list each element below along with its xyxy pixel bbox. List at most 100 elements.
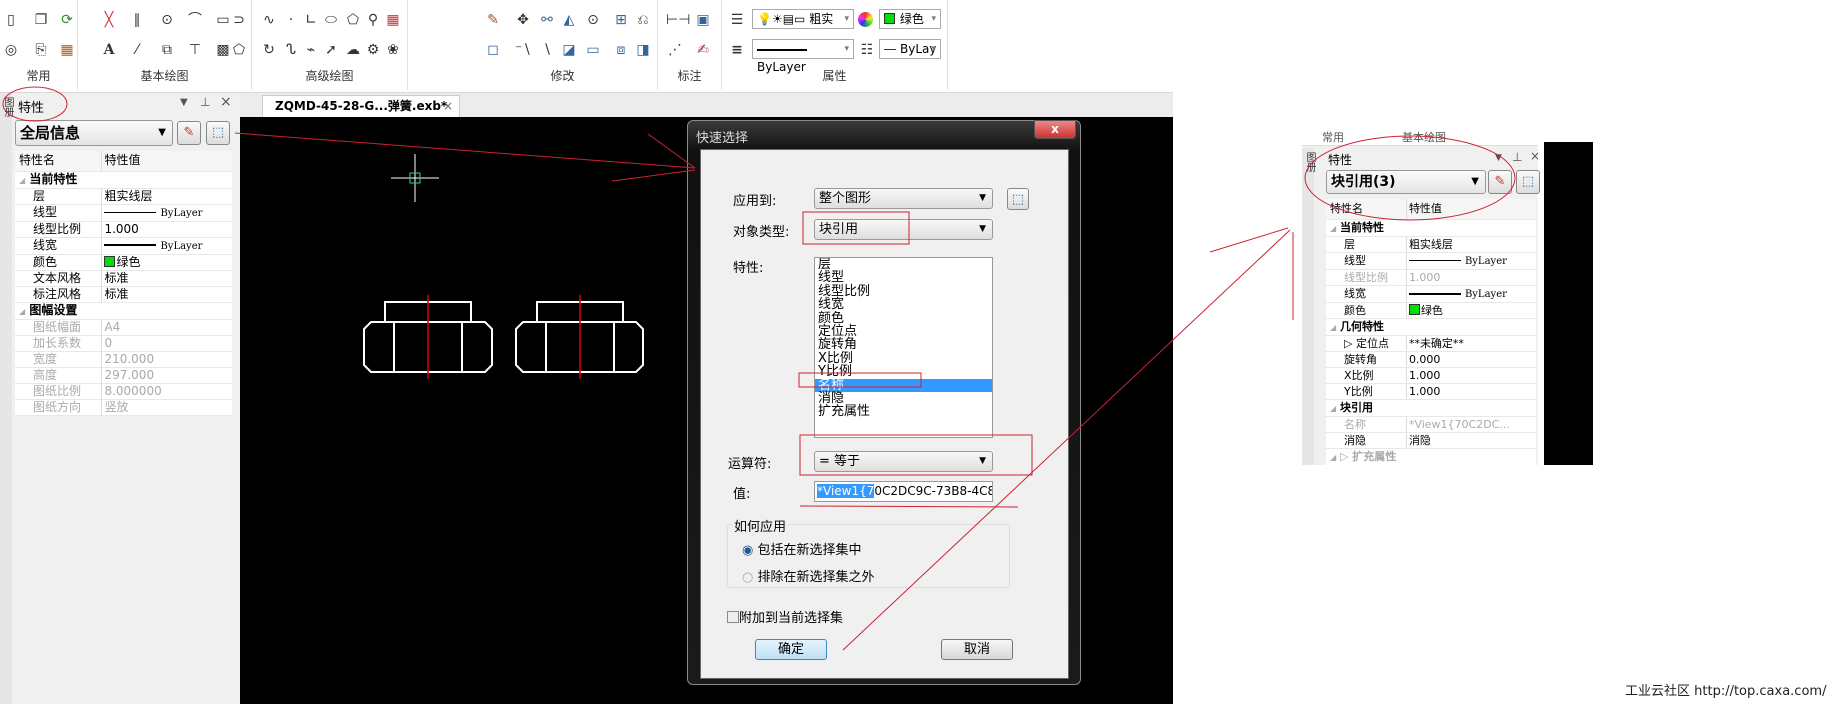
table-row[interactable]: Y比例 1.000 [1326, 383, 1536, 400]
table-row[interactable]: 层粗实线层 [15, 188, 232, 205]
selection-combo[interactable]: 块引用(3) ▼ [1326, 170, 1486, 194]
table-row[interactable]: 线宽 ByLayer [15, 237, 232, 255]
format-brush-icon[interactable]: ▦ [58, 42, 76, 58]
stretch-icon[interactable]: ⎌ [634, 12, 652, 28]
sketch-icon[interactable]: ❀ [384, 42, 402, 58]
collapse-icon[interactable]: ◢ [1330, 453, 1336, 462]
list-item[interactable]: X比例 [815, 352, 992, 365]
close-icon[interactable]: × [220, 94, 232, 110]
collapse-icon[interactable]: ◢ [1330, 323, 1336, 332]
extend-icon[interactable]: ⁻∖ [514, 42, 532, 58]
value-input[interactable]: *View1{70C2DC9C-73B8-4C81-B275 [814, 481, 993, 502]
linewidth-icon[interactable]: ≡ [728, 42, 746, 58]
property-value-cell[interactable]: 210.000 [101, 351, 232, 368]
move-icon[interactable]: ✥ [514, 12, 532, 28]
ellipse-icon[interactable]: ⬭ [322, 12, 340, 28]
ok-button[interactable]: 确定 [755, 639, 827, 660]
category-row[interactable]: ◢ 当前特性 [1326, 219, 1536, 237]
list-item[interactable]: Y比例 [815, 365, 992, 378]
centerline-icon[interactable]: ⁄ [128, 42, 146, 58]
color-combo[interactable]: 绿色 ▾ [879, 9, 941, 29]
table-row[interactable]: 加长系数 0 [15, 335, 232, 352]
property-value-cell[interactable]: ByLayer [101, 237, 232, 255]
property-value-cell[interactable]: 1.000 [101, 221, 232, 238]
property-value-cell[interactable]: 标准 [101, 270, 232, 287]
property-value-cell[interactable]: 1.000 [1406, 383, 1536, 400]
page-icon[interactable]: ▯ [2, 12, 20, 28]
dropdown-icon[interactable]: ▼ [1495, 153, 1502, 163]
table-row[interactable]: 旋转角 0.000 [1326, 351, 1536, 368]
paste-icon[interactable]: ⎘ [32, 42, 50, 58]
table-row[interactable]: 图纸比例 8.000000 [15, 383, 232, 400]
pin-icon[interactable]: ⊥ [200, 95, 210, 109]
color-wheel-icon[interactable] [858, 12, 873, 27]
operator-combo[interactable]: = 等于 ▼ [814, 451, 993, 472]
apply-to-combo[interactable]: 整个图形 ▼ [814, 188, 993, 209]
refresh-icon[interactable]: ⟳ [58, 12, 76, 28]
exclude-radio[interactable]: ○ 排除在新选择集之外 [742, 566, 875, 585]
collapse-icon[interactable]: ◢ [19, 307, 25, 316]
close-icon[interactable]: × [443, 96, 453, 116]
collapse-icon[interactable]: ◢ [1330, 224, 1336, 233]
property-value-cell[interactable]: A4 [101, 319, 232, 336]
table-row[interactable]: 宽度 210.000 [15, 351, 232, 368]
table-row[interactable]: 高度 297.000 [15, 367, 232, 384]
quick-select-button[interactable]: ⬚ [206, 121, 230, 145]
clear-selection-button[interactable]: ✎ [1488, 170, 1512, 194]
polyline-icon[interactable]: ⊃ [230, 12, 248, 28]
table-row[interactable]: 名称 *View1{70C2DC... [1326, 416, 1536, 433]
linewidth-combo[interactable]: ByLayer ▾ [752, 39, 854, 74]
list-item[interactable]: 颜色 [815, 311, 992, 325]
table-row[interactable]: 标注风格 标准 [15, 286, 232, 303]
property-value-cell[interactable]: 1.000 [1406, 367, 1536, 384]
text-edit-icon[interactable]: ✍ [694, 42, 712, 58]
table-row[interactable]: 层粗实线层 [1326, 236, 1536, 253]
close-button[interactable]: x [1034, 120, 1076, 139]
category-row[interactable]: ◢ 当前特性 [15, 171, 232, 189]
spline-icon[interactable]: ∿ [260, 12, 278, 28]
linear-dim-icon[interactable]: ⊢⊣ [666, 12, 690, 28]
property-value-cell[interactable]: 竖放 [101, 399, 232, 416]
line-icon[interactable]: ╳ [100, 12, 118, 28]
inquiry-icon[interactable]: ⚲ [364, 12, 382, 28]
scale-icon[interactable]: ◪ [560, 42, 578, 58]
list-item[interactable]: 线宽 [815, 298, 992, 311]
dim-style-icon[interactable]: ▣ [694, 12, 712, 28]
cancel-button[interactable]: 取消 [941, 639, 1013, 660]
array-icon[interactable]: ⊞ [612, 12, 630, 28]
table-row[interactable]: 颜色 绿色 [1326, 302, 1536, 319]
table-row[interactable]: X比例 1.000 [1326, 367, 1536, 384]
selection-combo[interactable]: 全局信息 ▼ [15, 120, 173, 146]
list-item[interactable]: 层 [815, 258, 992, 271]
circle-icon[interactable]: ⊙ [158, 12, 176, 28]
collapse-icon[interactable]: ◢ [1330, 404, 1336, 413]
property-value-cell[interactable]: *View1{70C2DC... [1406, 416, 1536, 433]
property-value-cell[interactable]: 绿色 [101, 254, 232, 271]
block-icon[interactable]: ⧉ [158, 42, 176, 58]
object-type-combo[interactable]: 块引用 ▼ [814, 219, 993, 240]
revolve-icon[interactable]: ↻ [260, 42, 278, 58]
coordinate-dim-icon[interactable]: ⋰ [666, 42, 684, 58]
document-tab[interactable]: ZQMD-45-28-G...弹簧.exb* × [262, 95, 460, 117]
text-icon[interactable]: A [100, 42, 118, 58]
property-value-cell[interactable]: 1.000 [1406, 269, 1536, 286]
property-value-cell[interactable]: 粗实线层 [101, 188, 232, 205]
properties-listbox[interactable]: 层线型 线型比例 线宽 颜色 定位点 旋转角 X比例 Y比例 名称 消隐 扩充属性 [814, 257, 993, 438]
wave-icon[interactable]: ᔐ [282, 42, 300, 58]
property-value-cell[interactable]: 绿色 [1406, 302, 1536, 319]
table-row[interactable]: ▷ 定位点 **未确定** [1326, 335, 1536, 352]
property-value-cell[interactable]: 粗实线层 [1406, 236, 1536, 253]
table-row[interactable]: 线型比例 1.000 [1326, 269, 1536, 286]
dropdown-icon[interactable]: ▼ [180, 97, 188, 108]
linetype-combo[interactable]: ByLay ▾ [879, 39, 941, 59]
list-item[interactable]: 名称 [815, 378, 992, 392]
copy-objects-icon[interactable]: ⚯ [538, 12, 556, 28]
polygon-icon[interactable]: ⬠ [344, 12, 362, 28]
category-row[interactable]: ◢ ▷ 扩充属性 [1326, 448, 1536, 465]
list-item[interactable]: 定位点 [815, 325, 992, 338]
property-value-cell[interactable]: ByLayer [101, 204, 232, 222]
property-value-cell[interactable]: **未确定** [1406, 335, 1536, 352]
erase-icon[interactable]: ✎ [484, 12, 502, 28]
category-row[interactable]: ◢ 图幅设置 [15, 302, 232, 320]
quick-select-button[interactable]: ⬚ [1516, 170, 1540, 194]
